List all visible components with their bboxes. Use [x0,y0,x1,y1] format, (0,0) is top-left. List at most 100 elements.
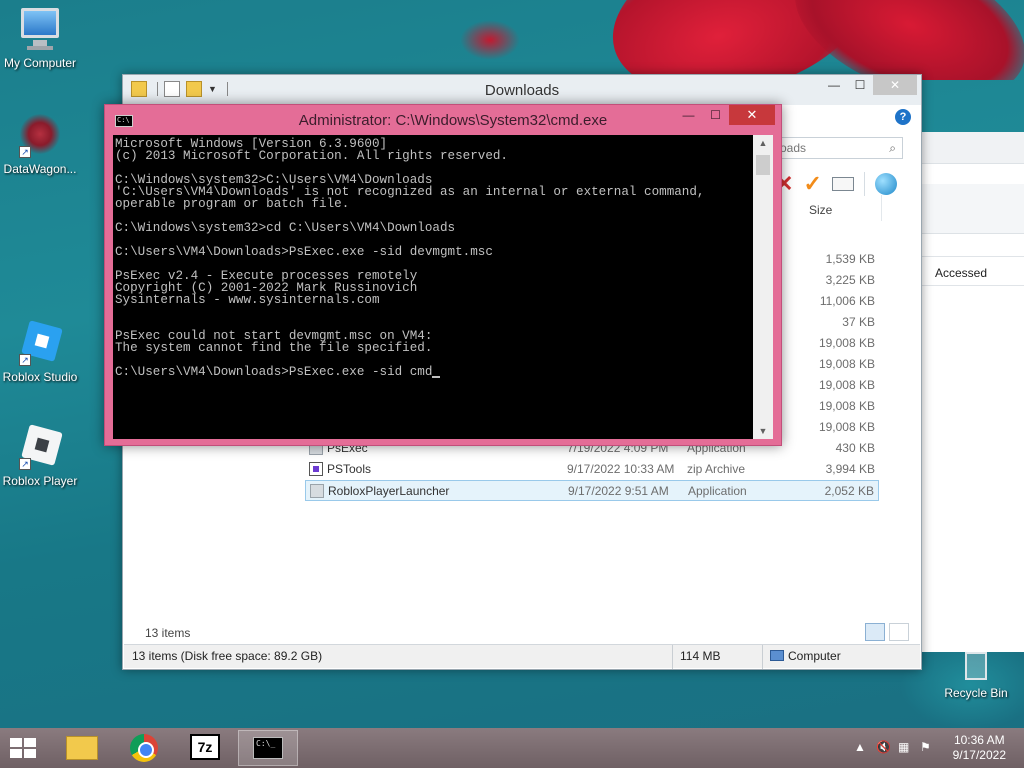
item-count: 13 items [145,626,191,640]
file-size: 3,994 KB [825,462,875,476]
file-type: zip Archive [687,462,746,476]
file-type: Application [688,484,747,498]
system-tray: ▲ 🔇 ▦ ⚑ 10:36 AM 9/17/2022 [844,728,1024,768]
desktop-icon-label: Recycle Bin [944,686,1008,700]
table-row-selected[interactable]: RobloxPlayerLauncher 9/17/2022 9:51 AM A… [305,480,879,501]
file-size: 37 KB [842,315,875,329]
desktop-icon-label: Roblox Studio [2,370,78,384]
console-text: Microsoft Windows [Version 6.3.9600] (c)… [113,135,755,381]
shortcut-arrow-icon: ↗ [19,146,31,158]
explorer-titlebar[interactable]: ▼ Downloads — ☐ ✕ [123,75,921,105]
column-header-accessed[interactable]: Accessed [935,266,987,280]
desktop-icon-roblox-player[interactable]: ↗ Roblox Player [0,424,80,488]
cmd-window: C:\ Administrator: C:\Windows\System32\c… [104,104,782,446]
wallpaper-flower [430,0,1024,80]
status-items: 13 items (Disk free space: 89.2 GB) [132,649,323,663]
file-date: 9/17/2022 10:33 AM [567,462,675,476]
maximize-button[interactable]: ☐ [702,105,729,125]
file-name: RobloxPlayerLauncher [328,484,450,498]
minimize-button[interactable]: — [821,75,847,95]
globe-icon[interactable] [874,173,897,195]
console-line: (c) 2013 Microsoft Corporation. All righ… [115,149,508,163]
desktop-icon-my-computer[interactable]: My Computer [0,6,80,70]
roblox-studio-icon: ↗ [17,320,63,366]
console-line: C:\Windows\system32>cd C:\Users\VM4\Down… [115,221,456,235]
search-icon: ⌕ [889,141,896,155]
shortcut-arrow-icon: ↗ [19,354,31,366]
rename-icon[interactable] [831,177,854,191]
taskbar: 7z C:\_ ▲ 🔇 ▦ ⚑ 10:36 AM 9/17/2022 [0,728,1024,768]
network-icon[interactable]: ▦ [898,740,909,754]
text-cursor [432,368,441,378]
file-size: 19,008 KB [818,420,875,434]
search-input[interactable]: oads ⌕ [775,137,903,159]
status-location: Computer [788,649,841,663]
clock[interactable]: 10:36 AM 9/17/2022 [953,733,1006,763]
file-size: 2,052 KB [824,484,874,498]
recycle-bin-icon [953,650,999,682]
window-title: Downloads [484,82,560,99]
taskbar-7zip[interactable]: 7z [176,730,236,766]
console-line: C:\Users\VM4\Downloads>PsExec.exe -sid c… [115,365,433,379]
clock-time: 10:36 AM [953,733,1005,747]
close-button[interactable]: ✕ [729,105,775,125]
clock-date: 9/17/2022 [952,748,1006,762]
search-placeholder: oads [780,141,807,155]
desktop-icon-label: Roblox Player [2,474,78,488]
taskbar-file-explorer[interactable] [52,730,112,766]
shortcut-arrow-icon: ↗ [19,458,31,470]
scroll-down-icon[interactable]: ▼ [753,423,773,439]
cmd-titlebar[interactable]: C:\ Administrator: C:\Windows\System32\c… [105,105,781,135]
chrome-icon [130,734,158,762]
my-computer-icon [17,6,63,52]
show-hidden-icons-icon[interactable]: ▲ [854,740,866,754]
console-output[interactable]: Microsoft Windows [Version 6.3.9600] (c)… [113,135,755,439]
desktop-icon-datawagon[interactable]: ↗ DataWagon... [0,112,80,176]
file-size: 430 KB [835,441,875,455]
console-line: operable program or batch file. [115,197,350,211]
background-window: Accessed [920,132,1024,652]
ribbon-toolbar: ✕ ✓ [775,171,897,197]
file-name: PSTools [327,462,372,476]
7zip-icon: 7z [190,734,220,760]
action-center-icon[interactable]: ⚑ [920,740,931,754]
help-icon[interactable]: ? [895,109,911,125]
console-line: C:\Users\VM4\Downloads>PsExec.exe -sid d… [115,245,493,259]
column-header-size[interactable]: Size [809,203,832,217]
datawagon-icon: ↗ [17,112,63,158]
zip-archive-icon [309,462,323,476]
desktop-icon-label: DataWagon... [3,162,77,176]
minimize-button[interactable]: — [675,105,702,125]
taskbar-cmd[interactable]: C:\_ [238,730,298,766]
file-size: 19,008 KB [818,378,875,392]
volume-muted-icon[interactable]: 🔇 [876,740,891,754]
check-icon[interactable]: ✓ [803,171,821,197]
file-size: 19,008 KB [818,399,875,413]
computer-icon [770,650,784,661]
large-icons-view-icon[interactable] [889,623,909,641]
cmd-icon: C:\_ [253,737,283,759]
taskbar-chrome[interactable] [114,730,174,766]
table-row[interactable]: PSTools 9/17/2022 10:33 AM zip Archive 3… [305,459,879,480]
file-size: 11,006 KB [819,294,875,308]
console-line: Sysinternals - www.sysinternals.com [115,293,380,307]
file-date: 9/17/2022 9:51 AM [568,484,669,498]
scrollbar[interactable]: ▲ ▼ [753,135,773,439]
file-size: 1,539 KB [825,252,875,266]
file-size: 3,225 KB [825,273,875,287]
start-button[interactable] [10,738,38,760]
desktop-icon-recycle-bin[interactable]: Recycle Bin [936,650,1016,700]
scroll-up-icon[interactable]: ▲ [753,135,773,151]
status-size: 114 MB [680,649,721,663]
application-icon [310,484,324,498]
status-bar: 13 items (Disk free space: 89.2 GB) 114 … [124,644,920,669]
scroll-thumb[interactable] [756,155,770,175]
desktop-icon-roblox-studio[interactable]: ↗ Roblox Studio [0,320,80,384]
details-view-icon[interactable] [865,623,885,641]
roblox-player-icon: ↗ [17,424,63,470]
file-explorer-icon [66,736,98,760]
file-size: 19,008 KB [818,357,875,371]
close-button[interactable]: ✕ [873,75,917,95]
maximize-button[interactable]: ☐ [847,75,873,95]
console-line: The system cannot find the file specifie… [115,341,433,355]
